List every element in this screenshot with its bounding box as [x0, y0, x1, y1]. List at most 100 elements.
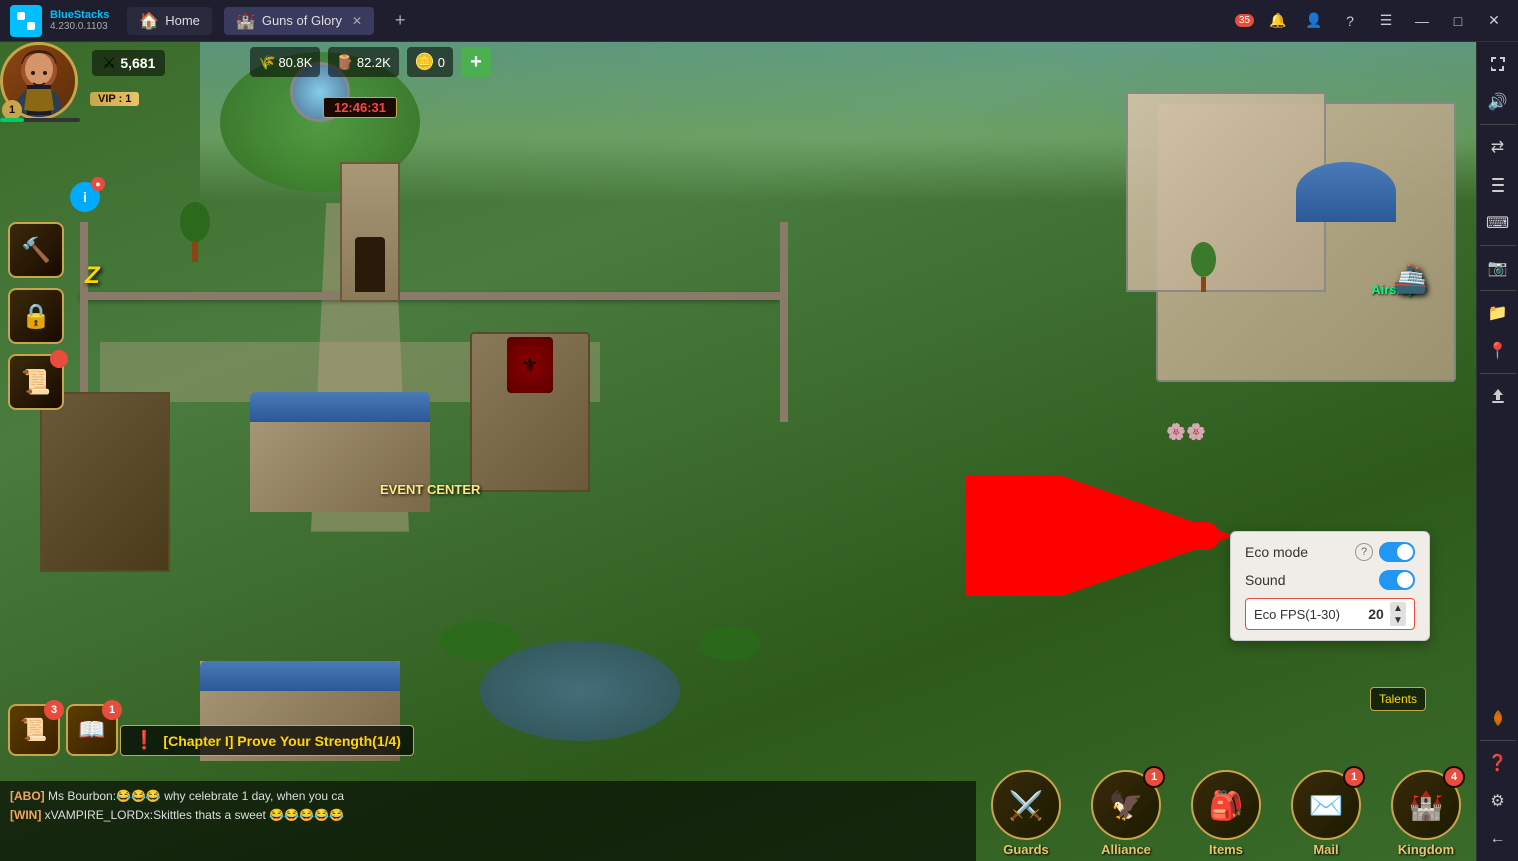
close-button[interactable]: ✕	[1478, 7, 1510, 35]
wood-resource: 🪵 82.2K	[328, 47, 398, 77]
chat-msg-1: Ms Bourbon:😂😂😂 why celebrate 1 day, when…	[48, 789, 344, 803]
power-value: 5,681	[120, 55, 155, 71]
home-tab-icon: 🏠	[139, 11, 159, 31]
bottom-nav: ⚔️ Guards 🦅 1 Alliance	[976, 766, 1476, 861]
sidebar-divider-2	[1480, 245, 1516, 246]
window: BlueStacks 4.230.0.1103 🏠 Home 🏰 Guns of…	[0, 0, 1518, 861]
minimize-button[interactable]: —	[1406, 7, 1438, 35]
sound-knob	[1397, 572, 1413, 588]
tab-guns-of-glory[interactable]: 🏰 Guns of Glory ✕	[224, 7, 374, 35]
power-sword-icon: ⚔	[102, 53, 116, 73]
location-button[interactable]: 📍	[1480, 333, 1516, 369]
fps-up-button[interactable]: ▲	[1390, 602, 1406, 614]
sidebar-divider-3	[1480, 290, 1516, 291]
app-name: BlueStacks	[50, 9, 109, 21]
z-indicator: Z	[85, 262, 100, 290]
main-area: ⚜	[0, 42, 1518, 861]
files-button[interactable]: 📁	[1480, 295, 1516, 331]
mail-label: Mail	[1313, 842, 1338, 857]
kingdom-badge: 4	[1443, 766, 1465, 788]
mail-icon-wrap: ✉️ 1	[1291, 770, 1361, 840]
screenshot-button[interactable]: 📷	[1480, 250, 1516, 286]
eco-mode-knob	[1397, 544, 1413, 560]
lock-button[interactable]: 🔒	[8, 288, 64, 344]
quest-icon: ❗	[133, 730, 155, 751]
kingdom-icon-wrap: 🏰 4	[1391, 770, 1461, 840]
alliance-icon-wrap: 🦅 1	[1091, 770, 1161, 840]
add-resource-button[interactable]: +	[461, 47, 491, 77]
quest-text: [Chapter I] Prove Your Strength(1/4)	[163, 733, 401, 749]
info-badge: ●	[91, 177, 105, 191]
notification-button[interactable]: 🔔	[1262, 7, 1294, 35]
game-tab-label: Guns of Glory	[262, 13, 342, 28]
talents-panel[interactable]: Talents	[1370, 687, 1426, 711]
gold-resource: 🪙 0	[407, 47, 453, 77]
food-value: 80.8K	[278, 55, 312, 70]
sidebar-divider-1	[1480, 124, 1516, 125]
annotation-arrow	[966, 476, 1266, 601]
food-resource: 🌾 80.8K	[250, 47, 320, 77]
fps-label: Eco FPS(1-30)	[1254, 607, 1340, 622]
fps-row: Eco FPS(1-30) 20 ▲ ▼	[1245, 598, 1415, 630]
quest-badge-1: 3	[44, 700, 64, 720]
tools-button[interactable]: 🔨	[8, 222, 64, 278]
add-tab-button[interactable]: +	[388, 9, 412, 33]
guards-icon-wrap: ⚔️	[991, 770, 1061, 840]
items-icon: 🎒	[1191, 770, 1261, 840]
food-icon: 🌾	[258, 54, 275, 71]
help-sidebar-button[interactable]: ❓	[1480, 745, 1516, 781]
timer: 12:46:31	[323, 97, 397, 118]
title-bar: BlueStacks 4.230.0.1103 🏠 Home 🏰 Guns of…	[0, 0, 1518, 42]
sound-label: Sound	[1245, 572, 1285, 588]
fullscreen-button[interactable]	[1480, 46, 1516, 82]
sound-toggle[interactable]	[1379, 570, 1415, 590]
volume-button[interactable]: 🔊	[1480, 84, 1516, 120]
info-button[interactable]: i ●	[70, 182, 100, 212]
nav-alliance[interactable]: 🦅 1 Alliance	[1076, 766, 1176, 861]
airship-icon[interactable]: 🚢	[1393, 262, 1428, 295]
game-viewport[interactable]: ⚜	[0, 42, 1476, 861]
nav-kingdom[interactable]: 🏰 4 Kingdom	[1376, 766, 1476, 861]
scroll-button[interactable]: 📜	[8, 354, 64, 410]
fps-down-button[interactable]: ▼	[1390, 614, 1406, 626]
settings-button[interactable]: ⚙	[1480, 783, 1516, 819]
eco-help-button[interactable]: ?	[1355, 543, 1373, 561]
event-center-label: EVENT CENTER	[380, 482, 480, 497]
scroll-button-sidebar[interactable]	[1480, 167, 1516, 203]
chat-line-2: [WIN] xVAMPIRE_LORDx:Skittles thats a sw…	[10, 806, 966, 825]
rotate-button[interactable]: ⇄	[1480, 129, 1516, 165]
nav-items[interactable]: 🎒 Items	[1176, 766, 1276, 861]
user-button[interactable]: 👤	[1298, 7, 1330, 35]
sidebar-divider-5	[1480, 740, 1516, 741]
app-version: 4.230.0.1103	[50, 21, 109, 32]
help-button[interactable]: ?	[1334, 7, 1366, 35]
nav-guards[interactable]: ⚔️ Guards	[976, 766, 1076, 861]
fps-control: 20 ▲ ▼	[1364, 602, 1406, 626]
chat-area: [ABO] Ms Bourbon:😂😂😂 why celebrate 1 day…	[0, 781, 976, 861]
quest-scroll-2[interactable]: 📖 1	[66, 704, 118, 756]
eco-mode-label: Eco mode	[1245, 544, 1308, 560]
kingdom-label: Kingdom	[1398, 842, 1454, 857]
quest-banner[interactable]: ❗ [Chapter I] Prove Your Strength(1/4)	[120, 725, 414, 756]
chat-msg-2: xVAMPIRE_LORDx:Skittles thats a sweet 😂😂…	[45, 808, 344, 822]
eco-indicator-icon[interactable]	[1480, 700, 1516, 736]
game-tab-icon: 🏰	[236, 11, 256, 31]
tab-home[interactable]: 🏠 Home	[127, 7, 212, 35]
back-button[interactable]: ←	[1480, 821, 1516, 857]
keyboard-button[interactable]: ⌨	[1480, 205, 1516, 241]
gold-value: 0	[438, 55, 445, 70]
nav-mail[interactable]: ✉️ 1 Mail	[1276, 766, 1376, 861]
title-bar-right: 35 🔔 👤 ? ☰ — □ ✕	[1235, 7, 1518, 35]
fps-value: 20	[1364, 606, 1388, 622]
mail-badge: 1	[1343, 766, 1365, 788]
guards-icon: ⚔️	[991, 770, 1061, 840]
vip-badge: VIP : 1	[90, 92, 139, 106]
power-display: ⚔ 5,681	[92, 50, 165, 76]
quest-scroll-1[interactable]: 📜 3	[8, 704, 60, 756]
maximize-button[interactable]: □	[1442, 7, 1474, 35]
tab-close-icon[interactable]: ✕	[352, 14, 362, 28]
resources-row: 🌾 80.8K 🪵 82.2K 🪙 0 +	[250, 47, 491, 77]
eco-mode-toggle[interactable]	[1379, 542, 1415, 562]
import-button[interactable]	[1480, 378, 1516, 414]
menu-button[interactable]: ☰	[1370, 7, 1402, 35]
